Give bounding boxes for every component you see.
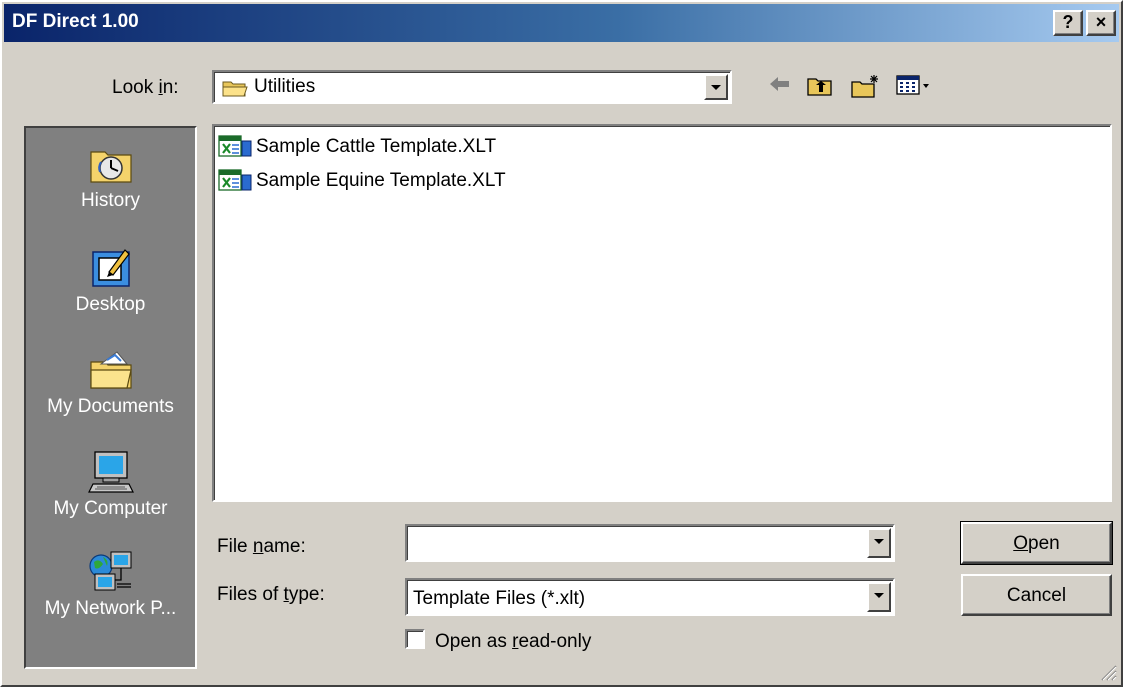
read-only-checkbox[interactable]	[405, 629, 425, 649]
file-list[interactable]: Sample Cattle Template.XLT Sample Equine…	[212, 124, 1112, 502]
folder-icon	[222, 81, 248, 97]
close-button[interactable]: ×	[1086, 10, 1116, 36]
up-one-level-icon[interactable]	[806, 73, 834, 97]
excel-template-icon	[218, 135, 252, 157]
places-bar: History Desktop My Documents My Computer…	[24, 126, 197, 669]
file-name: Sample Equine Template.XLT	[256, 170, 506, 191]
file-type-value: Template Files (*.xlt)	[413, 588, 586, 609]
title-bar[interactable]: DF Direct 1.00 ? ×	[4, 4, 1119, 42]
file-name-label: File name:	[217, 536, 306, 557]
view-menu-icon[interactable]	[895, 73, 933, 97]
back-icon[interactable]	[767, 73, 793, 95]
excel-template-icon	[218, 169, 252, 191]
file-item[interactable]: Sample Equine Template.XLT	[218, 168, 506, 194]
my-computer-icon	[87, 451, 134, 493]
places-my-documents[interactable]: My Documents	[26, 348, 195, 418]
cancel-button[interactable]: Cancel	[961, 574, 1112, 616]
places-history[interactable]: History	[26, 142, 195, 212]
read-only-label[interactable]: Open as read-only	[435, 631, 591, 653]
open-button[interactable]: Open	[960, 521, 1113, 565]
create-new-folder-icon[interactable]	[850, 73, 882, 99]
window-title: DF Direct 1.00	[12, 11, 139, 32]
file-type-dropdown-arrow-icon[interactable]	[867, 582, 891, 612]
look-in-dropdown-arrow-icon[interactable]	[704, 74, 728, 100]
my-documents-icon	[89, 351, 132, 389]
look-in-value: Utilities	[254, 76, 316, 97]
help-button[interactable]: ?	[1053, 10, 1083, 36]
file-item[interactable]: Sample Cattle Template.XLT	[218, 134, 496, 160]
file-type-dropdown[interactable]: Template Files (*.xlt)	[405, 578, 895, 616]
resize-grip-icon[interactable]	[1099, 663, 1117, 681]
file-name-input[interactable]	[405, 524, 895, 562]
desktop-icon	[91, 249, 130, 287]
open-dialog: DF Direct 1.00 ? × Look in: Utilities Hi…	[0, 0, 1123, 687]
history-icon	[89, 151, 132, 183]
file-name: Sample Cattle Template.XLT	[256, 136, 497, 157]
file-name-dropdown-arrow-icon[interactable]	[867, 528, 891, 558]
places-my-network-places[interactable]: My Network P...	[26, 550, 195, 620]
file-type-label: Files of type:	[217, 584, 325, 605]
look-in-label: Look in:	[112, 77, 179, 98]
look-in-dropdown[interactable]: Utilities	[212, 70, 732, 104]
my-network-places-icon	[88, 551, 131, 591]
places-desktop[interactable]: Desktop	[26, 246, 195, 316]
places-my-computer[interactable]: My Computer	[26, 450, 195, 520]
